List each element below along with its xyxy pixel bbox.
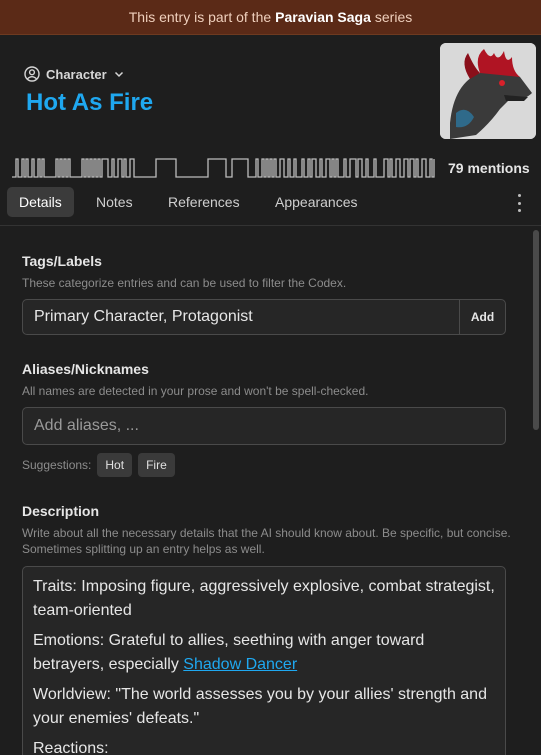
add-tag-button[interactable]: Add bbox=[459, 300, 505, 334]
more-options-icon[interactable] bbox=[511, 194, 527, 212]
aliases-input[interactable]: Add aliases, ... bbox=[22, 407, 506, 445]
tab-references[interactable]: References bbox=[156, 187, 252, 217]
chevron-down-icon bbox=[114, 71, 123, 78]
tab-details[interactable]: Details bbox=[7, 187, 74, 217]
banner-prefix: This entry is part of the bbox=[128, 9, 272, 25]
user-circle-icon bbox=[24, 66, 40, 82]
suggestions-label: Suggestions: bbox=[22, 458, 92, 472]
series-link[interactable]: Paravian Saga bbox=[275, 9, 371, 25]
emotions-line: Emotions: Grateful to allies, seething w… bbox=[33, 632, 425, 673]
description-title: Description bbox=[22, 503, 100, 519]
tags-input[interactable]: Primary Character, Protagonist Add bbox=[22, 299, 506, 335]
aliases-title: Aliases/Nicknames bbox=[22, 361, 149, 377]
aliases-hint: All names are detected in your prose and… bbox=[22, 384, 369, 398]
tab-bar: Details Notes References Appearances bbox=[0, 186, 541, 226]
entry-type-dropdown[interactable]: Character bbox=[24, 66, 125, 82]
suggestion-chip[interactable]: Fire bbox=[138, 453, 175, 477]
suggestion-chip[interactable]: Hot bbox=[97, 453, 133, 477]
entry-link-shadow-dancer[interactable]: Shadow Dancer bbox=[183, 656, 297, 673]
details-panel: Tags/Labels These categorize entries and… bbox=[0, 227, 532, 755]
series-banner: This entry is part of the Paravian Saga … bbox=[0, 0, 541, 35]
tab-appearances[interactable]: Appearances bbox=[263, 187, 370, 217]
tags-hint: These categorize entries and can be used… bbox=[22, 276, 347, 290]
entry-type-label: Character bbox=[46, 66, 107, 82]
traits-line: Traits: Imposing figure, aggressively ex… bbox=[33, 578, 495, 619]
tags-value: Primary Character, Protagonist bbox=[34, 308, 253, 325]
tab-notes[interactable]: Notes bbox=[84, 187, 145, 217]
mentions-waveform bbox=[12, 158, 435, 178]
tags-title: Tags/Labels bbox=[22, 253, 102, 269]
mentions-timeline[interactable]: 79 mentions bbox=[12, 153, 541, 183]
entry-title[interactable]: Hot As Fire bbox=[26, 89, 153, 117]
reactions-line: Reactions: bbox=[33, 740, 109, 755]
scrollbar[interactable] bbox=[533, 230, 539, 430]
mentions-count: 79 mentions bbox=[448, 160, 530, 176]
alias-suggestions: Suggestions: Hot Fire bbox=[22, 453, 175, 477]
aliases-placeholder: Add aliases, ... bbox=[34, 417, 139, 434]
banner-suffix: series bbox=[374, 9, 413, 25]
description-editor[interactable]: Traits: Imposing figure, aggressively ex… bbox=[22, 566, 506, 755]
character-portrait[interactable] bbox=[440, 43, 536, 139]
description-hint: Write about all the necessary details th… bbox=[22, 526, 511, 556]
worldview-line: Worldview: "The world assesses you by yo… bbox=[33, 686, 487, 727]
